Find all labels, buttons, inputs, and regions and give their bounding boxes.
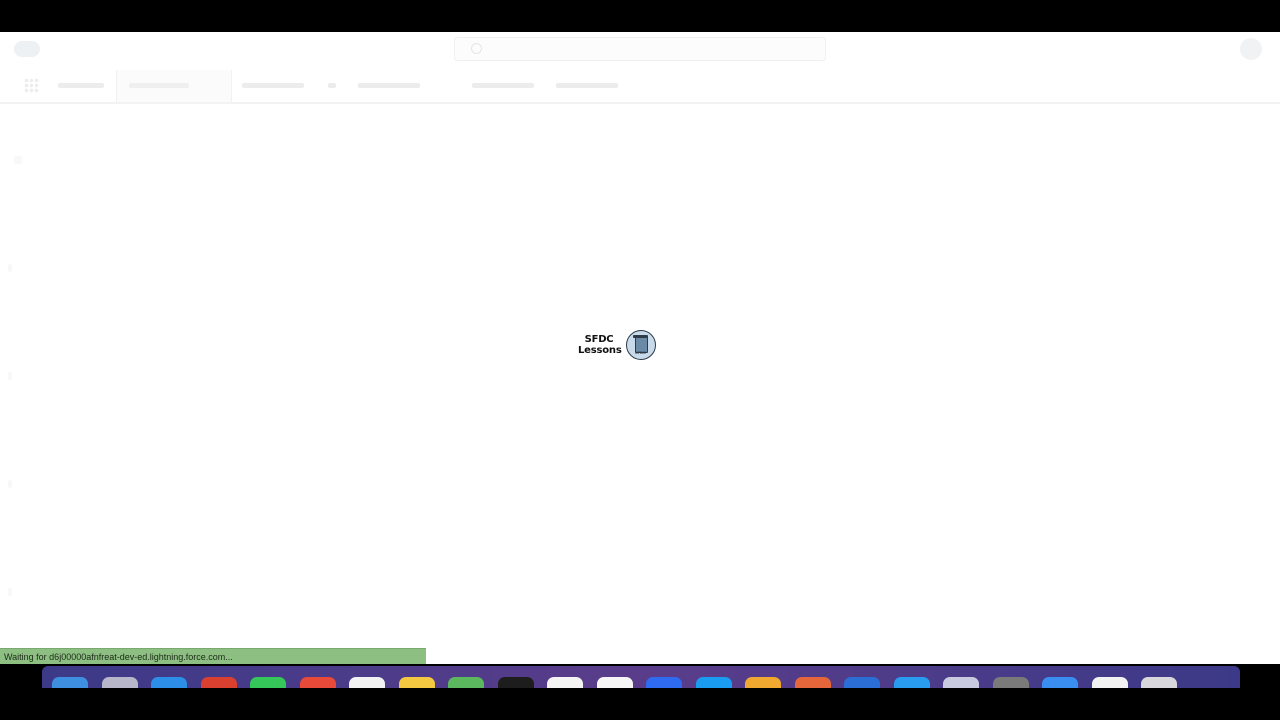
global-search[interactable] bbox=[454, 37, 826, 61]
browser-window: SFDC Lessons SFDC Waiting for d6j00000af… bbox=[0, 32, 1280, 664]
brand-line-2: Lessons bbox=[578, 345, 622, 356]
nav-tab-placeholder[interactable] bbox=[328, 83, 336, 88]
app-name-placeholder bbox=[58, 83, 104, 88]
loading-placeholder bbox=[8, 480, 12, 488]
salesforce-logo-icon[interactable] bbox=[14, 41, 40, 57]
loading-placeholder bbox=[8, 264, 12, 272]
app-launcher-icon[interactable] bbox=[24, 78, 40, 94]
screen-bottom-bezel bbox=[0, 688, 1280, 720]
active-tab[interactable] bbox=[116, 70, 232, 102]
loading-placeholder bbox=[8, 372, 12, 380]
logo-caption: SFDC bbox=[635, 350, 646, 355]
loading-placeholder bbox=[8, 588, 12, 596]
status-text: Waiting for d6j00000afnfreat-dev-ed.ligh… bbox=[4, 652, 233, 662]
search-icon bbox=[471, 43, 482, 54]
macos-dock bbox=[42, 666, 1240, 691]
global-header bbox=[0, 32, 1280, 71]
nav-tab-placeholder[interactable] bbox=[556, 83, 618, 88]
browser-status-bar: Waiting for d6j00000afnfreat-dev-ed.ligh… bbox=[0, 648, 426, 664]
sfdc-logo-icon: SFDC bbox=[626, 330, 656, 360]
brand-line-1: SFDC bbox=[584, 334, 614, 345]
nav-tab-placeholder[interactable] bbox=[358, 83, 420, 88]
nav-tab-placeholder[interactable] bbox=[472, 83, 534, 88]
navigation-bar bbox=[0, 70, 1280, 104]
sfdc-lessons-watermark: SFDC Lessons SFDC bbox=[578, 330, 660, 362]
active-tab-label-placeholder bbox=[129, 83, 189, 88]
loading-placeholder bbox=[14, 156, 22, 164]
brand-text: SFDC Lessons bbox=[578, 334, 622, 356]
search-input[interactable] bbox=[487, 40, 811, 58]
nav-tab-placeholder[interactable] bbox=[242, 83, 304, 88]
user-avatar[interactable] bbox=[1240, 38, 1262, 60]
